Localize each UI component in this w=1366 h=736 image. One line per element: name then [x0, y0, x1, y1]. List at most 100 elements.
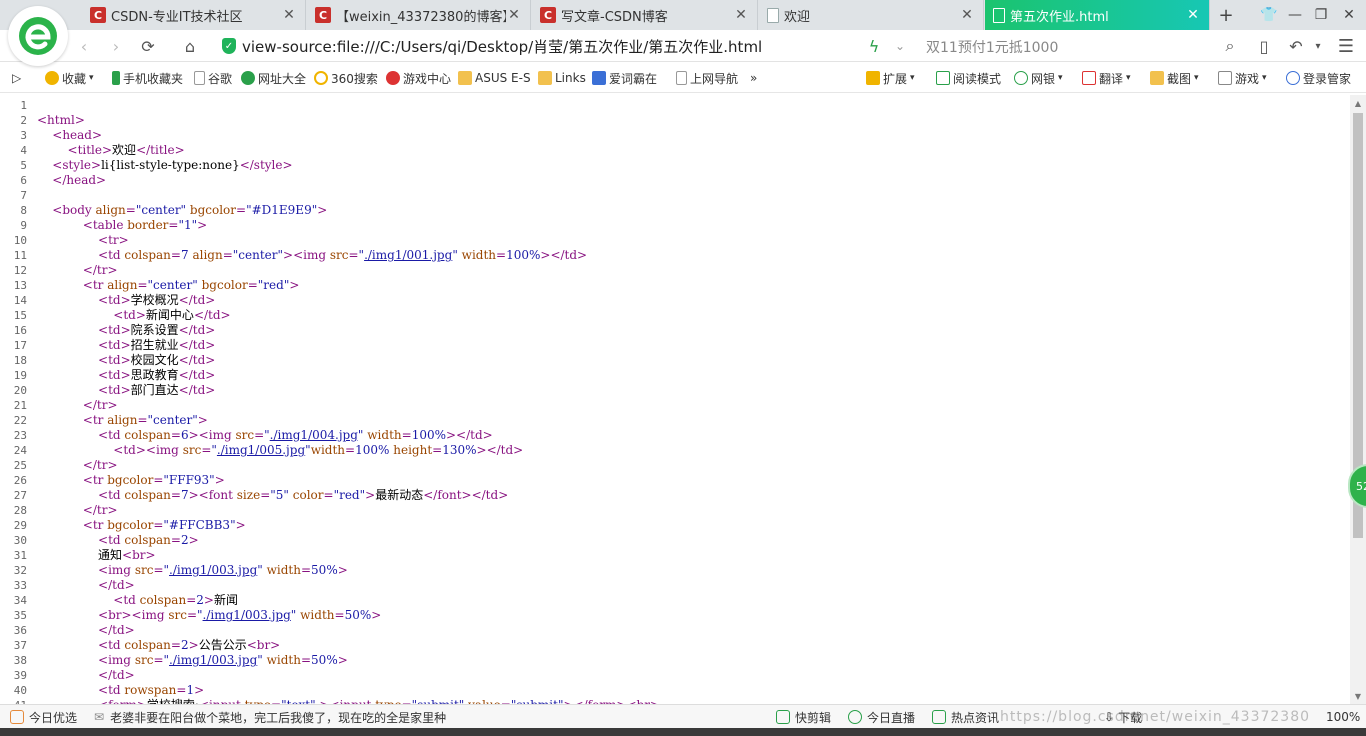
bookmark-nav[interactable]: 网址大全 — [241, 70, 306, 86]
new-tab-button[interactable]: + — [1213, 0, 1239, 30]
tab-weixin-blog[interactable]: C 【weixin_43372380的博客】- ✕ — [307, 0, 531, 30]
line-code: <td>招生就业</td> — [98, 338, 216, 352]
phone-icon — [112, 71, 120, 85]
home-button[interactable]: ⌂ — [178, 34, 202, 58]
tab-csdn-home[interactable]: C CSDN-专业IT技术社区 ✕ — [82, 0, 306, 30]
source-line: 15 <td>新闻中心</td> — [0, 308, 1350, 323]
chevron-down-icon[interactable]: ⌄ — [888, 34, 912, 58]
line-code: </tr> — [82, 398, 118, 412]
window-close-icon[interactable]: ✕ — [1336, 0, 1362, 30]
toolbar-screenshot[interactable]: 截图 ▾ — [1150, 70, 1199, 86]
close-icon[interactable]: ✕ — [281, 7, 297, 23]
forward-button[interactable]: › — [104, 34, 128, 58]
today-live[interactable]: 今日直播 — [848, 710, 915, 725]
source-line: 39 </td> — [0, 668, 1350, 683]
bookmark-iciba[interactable]: 爱词霸在 — [592, 70, 657, 86]
extension-icon — [866, 71, 880, 85]
line-number: 6 — [20, 174, 27, 187]
toolbar-games[interactable]: 游戏 ▾ — [1218, 70, 1267, 86]
mobile-icon[interactable]: ▯ — [1252, 34, 1276, 58]
undo-icon[interactable]: ↶ — [1284, 34, 1308, 58]
close-icon[interactable]: ✕ — [733, 7, 749, 23]
toolbar-bank[interactable]: 网银 ▾ — [1014, 70, 1063, 86]
shirt-skin-icon[interactable]: 👕 — [1256, 0, 1282, 30]
bookmark-nav-home[interactable]: 上网导航 — [676, 70, 738, 86]
scroll-down-icon[interactable]: ▼ — [1350, 688, 1366, 704]
line-code: <img src="./img1/003.jpg" width=50%> — [98, 653, 348, 667]
line-number: 28 — [13, 504, 27, 517]
sidebar-toggle-icon[interactable]: ▷ — [12, 70, 21, 86]
source-line: 14 <td>学校概况</td> — [0, 293, 1350, 308]
tab-label: 【weixin_43372380的博客】- — [336, 9, 506, 25]
toolbar-login-manager[interactable]: 登录管家 — [1286, 70, 1351, 86]
source-line: 13 <tr align="center" bgcolor="red"> — [0, 278, 1350, 293]
source-line: 7 — [0, 188, 1350, 203]
zoom-level[interactable]: 100% — [1326, 710, 1360, 724]
line-number: 30 — [13, 534, 27, 547]
bookmark-360-search[interactable]: 360搜索 — [314, 70, 378, 86]
line-code: <title>欢迎</title> — [67, 143, 185, 157]
bookmark-links[interactable]: Links — [538, 70, 586, 86]
minimize-icon[interactable]: — — [1282, 0, 1308, 30]
bookmark-favorites[interactable]: 收藏 ▾ — [45, 70, 94, 86]
toolbar-translate[interactable]: 翻译 ▾ — [1082, 70, 1131, 86]
restore-icon[interactable]: ❐ — [1308, 0, 1334, 30]
translate-icon — [1082, 71, 1096, 85]
vertical-scrollbar[interactable]: ▲ ▼ — [1350, 95, 1366, 704]
bookmark-mobile[interactable]: 手机收藏夹 — [112, 70, 183, 86]
close-icon[interactable]: ✕ — [1185, 7, 1201, 23]
tab-homework-active[interactable]: 第五次作业.html ✕ — [985, 0, 1210, 30]
line-code: <td><img src="./img1/005.jpg"width=100% … — [113, 443, 524, 457]
search-icon[interactable]: ⌕ — [1218, 34, 1242, 58]
undo-dropdown-icon[interactable]: ▾ — [1306, 34, 1330, 58]
line-code: <tr bgcolor="#FFCBB3"> — [82, 518, 246, 532]
line-code: <td>思政教育</td> — [98, 368, 216, 382]
browser-logo-icon[interactable] — [8, 6, 68, 66]
back-button[interactable]: ‹ — [72, 34, 96, 58]
news-ticker[interactable]: ✉ 老婆非要在阳台做个菜地，完工后我傻了，现在吃的全是家里种 — [94, 710, 446, 725]
hot-news[interactable]: 热点资讯 — [932, 710, 999, 725]
line-number: 27 — [13, 489, 27, 502]
line-number: 36 — [13, 624, 27, 637]
today-pick[interactable]: 今日优选 — [10, 710, 77, 725]
url-field[interactable]: ✓ view-source:file:///C:/Users/qi/Deskto… — [222, 36, 862, 56]
line-code: <td>新闻中心</td> — [113, 308, 231, 322]
toolbar-read-mode[interactable]: 阅读模式 — [936, 70, 1001, 86]
tab-welcome[interactable]: 欢迎 ✕ — [759, 0, 984, 30]
source-line: 35 <br><img src="./img1/003.jpg" width=5… — [0, 608, 1350, 623]
clip-icon — [776, 710, 790, 724]
line-number: 18 — [13, 354, 27, 367]
scroll-up-icon[interactable]: ▲ — [1350, 95, 1366, 111]
source-line: 26 <tr bgcolor="FFF93"> — [0, 473, 1350, 488]
close-icon[interactable]: ✕ — [959, 7, 975, 23]
more-bookmarks-icon[interactable]: » — [750, 70, 757, 86]
bookmark-game-center[interactable]: 游戏中心 — [386, 70, 451, 86]
line-number: 15 — [13, 309, 27, 322]
bookmark-google[interactable]: 谷歌 — [194, 70, 232, 86]
line-number: 23 — [13, 429, 27, 442]
line-number: 9 — [20, 219, 27, 232]
source-line: 29 <tr bgcolor="#FFCBB3"> — [0, 518, 1350, 533]
source-line: 17 <td>招生就业</td> — [0, 338, 1350, 353]
source-line: 8 <body align="center" bgcolor="#D1E9E9"… — [0, 203, 1350, 218]
line-code: <td>部门直达</td> — [98, 383, 216, 397]
close-icon[interactable]: ✕ — [506, 7, 522, 23]
lightning-icon[interactable]: ϟ — [862, 34, 886, 58]
search-promo[interactable]: 双11预付1元抵1000 — [926, 37, 1058, 57]
source-line: 11 <td colspan=7 align="center"><img src… — [0, 248, 1350, 263]
download-button[interactable]: ⇩ 下载 — [1104, 710, 1142, 725]
line-code: <tr align="center"> — [82, 413, 208, 427]
bookmark-asus[interactable]: ASUS E-S — [458, 70, 531, 86]
toolbar-extensions[interactable]: 扩展 ▾ — [866, 70, 915, 86]
source-line: 38 <img src="./img1/003.jpg" width=50%> — [0, 653, 1350, 668]
address-bar-row: ‹ › ⟳ ⌂ ✓ view-source:file:///C:/Users/q… — [0, 30, 1366, 62]
line-number: 22 — [13, 414, 27, 427]
nav-icon — [241, 71, 255, 85]
line-number: 14 — [13, 294, 27, 307]
folder-icon — [458, 71, 472, 85]
refresh-button[interactable]: ⟳ — [136, 34, 160, 58]
tab-label: 欢迎 — [784, 9, 811, 25]
quick-clip[interactable]: 快剪辑 — [776, 710, 831, 725]
tab-write-article[interactable]: C 写文章-CSDN博客 ✕ — [532, 0, 758, 30]
menu-icon[interactable]: ☰ — [1334, 34, 1358, 58]
